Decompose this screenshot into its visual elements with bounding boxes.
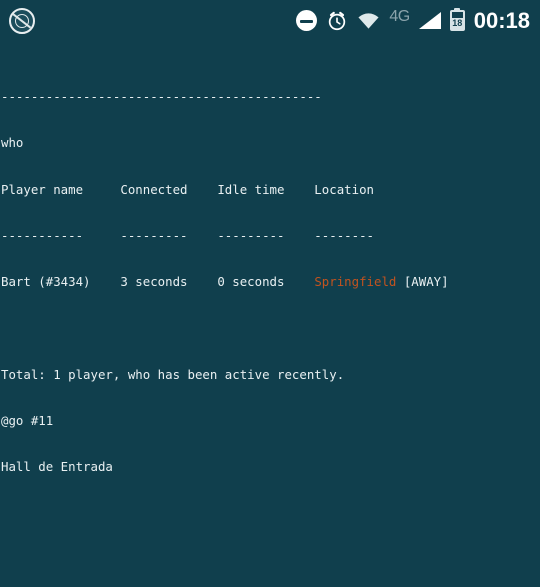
wifi-icon: [358, 12, 379, 29]
android-status-bar: 4G 18 00:18: [0, 0, 540, 41]
player-location: Springfield: [314, 274, 397, 290]
compass-wheel-icon: [9, 7, 35, 34]
signal-strength-icon: [418, 12, 441, 29]
command-who: who: [1, 135, 24, 151]
table-header-underline: ----------- --------- --------- --------: [1, 227, 374, 243]
player-row-prefix: Bart (#3434) 3 seconds 0 seconds: [1, 274, 315, 290]
do-not-disturb-icon: [296, 10, 318, 31]
command-go: @go #11: [1, 412, 54, 428]
status-icons-group: 4G 18 00:18: [296, 7, 530, 33]
divider-line: ----------------------------------------…: [1, 89, 322, 105]
total-players-line: Total: 1 player, who has been active rec…: [1, 366, 345, 382]
row-gap: [396, 274, 403, 289]
alarm-clock-icon: [329, 11, 346, 30]
table-header-row: Player name Connected Idle time Location: [1, 181, 374, 197]
room-title: Hall de Entrada: [1, 458, 113, 474]
battery-icon: 18: [449, 8, 465, 31]
terminal-output[interactable]: ----------------------------------------…: [0, 41, 540, 587]
clock-label: 00:18: [473, 7, 530, 33]
status-badge: [AWAY]: [403, 274, 449, 290]
battery-level-label: 18: [451, 18, 463, 29]
table-row: Bart (#3434) 3 seconds 0 seconds Springf…: [1, 274, 540, 289]
mobile-network-label: 4G: [389, 7, 410, 25]
